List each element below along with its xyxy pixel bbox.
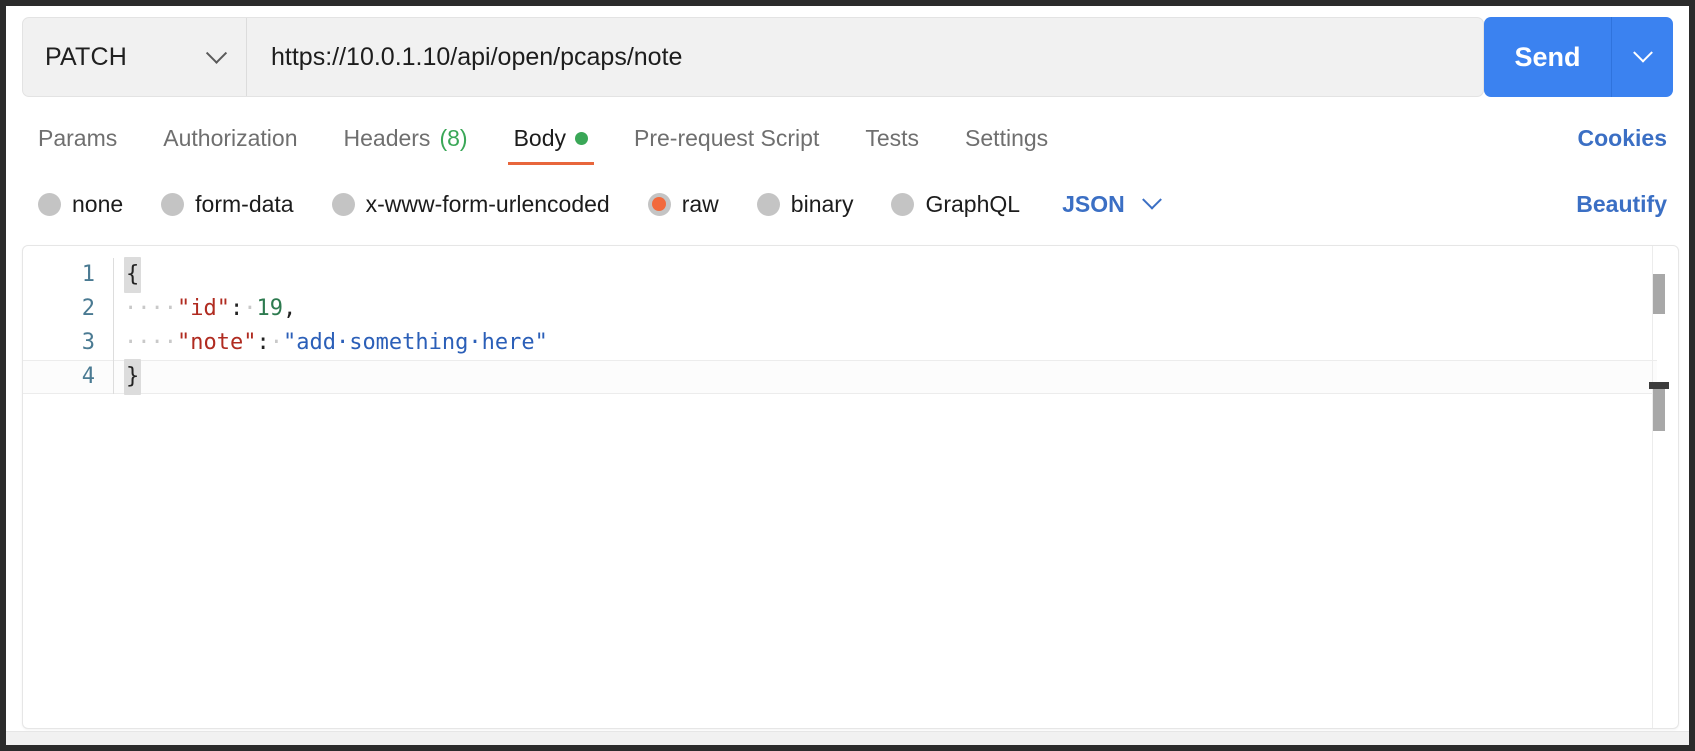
send-button[interactable]: Send: [1484, 17, 1611, 97]
tab-settings[interactable]: Settings: [942, 112, 1071, 165]
tab-label: Authorization: [163, 125, 298, 151]
tab-label: Params: [38, 125, 118, 151]
body-type-urlencoded[interactable]: x-www-form-urlencoded: [331, 190, 610, 218]
line-number: 1: [81, 262, 95, 287]
line-content[interactable]: {: [113, 257, 142, 293]
tab-label: Headers: [343, 125, 431, 151]
token-string: "add·something·here": [282, 330, 548, 355]
tab-label: Body: [513, 125, 566, 151]
radio-icon: [161, 192, 185, 216]
token-colon: :: [229, 296, 244, 321]
line-number: 2: [81, 296, 95, 321]
tab-headers[interactable]: Headers (8): [321, 112, 491, 165]
postman-request-pane: PATCH Send Params Authorization Headers …: [6, 6, 1689, 745]
token-space: ·: [269, 330, 283, 355]
headers-count-badge: (8): [439, 125, 468, 151]
request-tabs: Params Authorization Headers (8) Body Pr…: [22, 112, 1673, 165]
tab-label: Settings: [965, 125, 1049, 151]
token-comma: ,: [282, 296, 297, 321]
code-editor[interactable]: 1 { 2 ···· "id" : · 19 , 3 · ··· "note":…: [23, 246, 1657, 728]
token-indent: ····: [124, 330, 177, 355]
token-space: ·: [243, 296, 257, 321]
body-type-raw[interactable]: raw: [647, 190, 719, 218]
body-present-dot-icon: [575, 132, 588, 145]
chevron-down-icon: [1141, 189, 1162, 210]
http-method-label: PATCH: [45, 42, 128, 71]
token-colon: :: [256, 330, 270, 355]
line-content[interactable]: ···· "id" : · 19 ,: [113, 292, 296, 326]
url-input[interactable]: [247, 18, 1483, 96]
chevron-down-icon: [205, 42, 228, 64]
scrollbar-thumb[interactable]: [1653, 389, 1665, 431]
chevron-down-icon: [1632, 42, 1653, 63]
line-number: 3: [81, 330, 95, 355]
send-options-dropdown[interactable]: [1611, 17, 1673, 97]
line-content[interactable]: }: [113, 359, 142, 395]
code-line[interactable]: 4 }: [23, 359, 1657, 395]
radio-label: binary: [790, 190, 854, 217]
token-indent: ····: [124, 296, 177, 321]
request-bar: PATCH Send: [22, 17, 1673, 97]
radio-icon: [756, 192, 780, 216]
raw-format-label: JSON: [1062, 190, 1125, 217]
token-key: "id": [176, 296, 230, 321]
tab-label: Pre-request Script: [634, 125, 820, 151]
body-type-graphql[interactable]: GraphQL: [891, 191, 1020, 218]
radio-label: x-www-form-urlencoded: [365, 190, 610, 217]
body-type-binary[interactable]: binary: [756, 190, 854, 218]
token-number: 19: [256, 296, 283, 321]
line-number: 4: [81, 364, 95, 389]
radio-label: form-data: [195, 190, 294, 217]
radio-selected-icon: [647, 192, 671, 216]
body-type-form-data[interactable]: form-data: [161, 190, 294, 218]
send-group: Send: [1484, 17, 1673, 97]
tab-authorization[interactable]: Authorization: [140, 112, 320, 165]
radio-icon: [891, 192, 915, 216]
beautify-link[interactable]: Beautify: [1576, 191, 1667, 218]
radio-icon: [38, 192, 61, 216]
scrollbar-thumb[interactable]: [1653, 274, 1665, 314]
editor-vertical-scrollbar[interactable]: [1649, 246, 1669, 728]
tab-params[interactable]: Params: [22, 112, 140, 165]
http-method-select[interactable]: PATCH: [23, 18, 247, 96]
tab-label: Tests: [865, 125, 920, 151]
radio-label: GraphQL: [925, 190, 1021, 217]
radio-label: none: [72, 190, 124, 217]
body-type-options: none form-data x-www-form-urlencoded raw…: [22, 179, 1673, 229]
request-tabs-row: Params Authorization Headers (8) Body Pr…: [22, 112, 1673, 165]
scrollbar-position-marker: [1649, 382, 1669, 389]
radio-icon: [331, 192, 355, 216]
body-type-row: none form-data x-www-form-urlencoded raw…: [22, 179, 1673, 229]
token-brace-close: }: [124, 359, 142, 395]
token-key: "note": [176, 330, 257, 355]
status-strip: [6, 731, 1689, 745]
tab-body[interactable]: Body: [491, 112, 611, 165]
radio-label: raw: [681, 190, 719, 217]
tab-tests[interactable]: Tests: [842, 112, 942, 165]
line-content[interactable]: ···· "note" : · "add·something·here": [113, 326, 548, 360]
body-editor-panel[interactable]: 1 { 2 ···· "id" : · 19 , 3 · ··· "note":…: [22, 245, 1679, 729]
cookies-link[interactable]: Cookies: [1578, 125, 1667, 152]
body-type-none[interactable]: none: [38, 191, 123, 218]
code-line[interactable]: 3 ···· "note" : · "add·something·here": [23, 326, 1657, 360]
url-group: PATCH: [22, 17, 1484, 97]
raw-format-select[interactable]: JSON: [1062, 189, 1162, 218]
code-line[interactable]: 2 ···· "id" : · 19 ,: [23, 292, 1657, 326]
token-brace-open: {: [124, 257, 142, 293]
code-line[interactable]: 1 {: [23, 257, 1657, 293]
tab-pre-request-script[interactable]: Pre-request Script: [611, 112, 842, 165]
